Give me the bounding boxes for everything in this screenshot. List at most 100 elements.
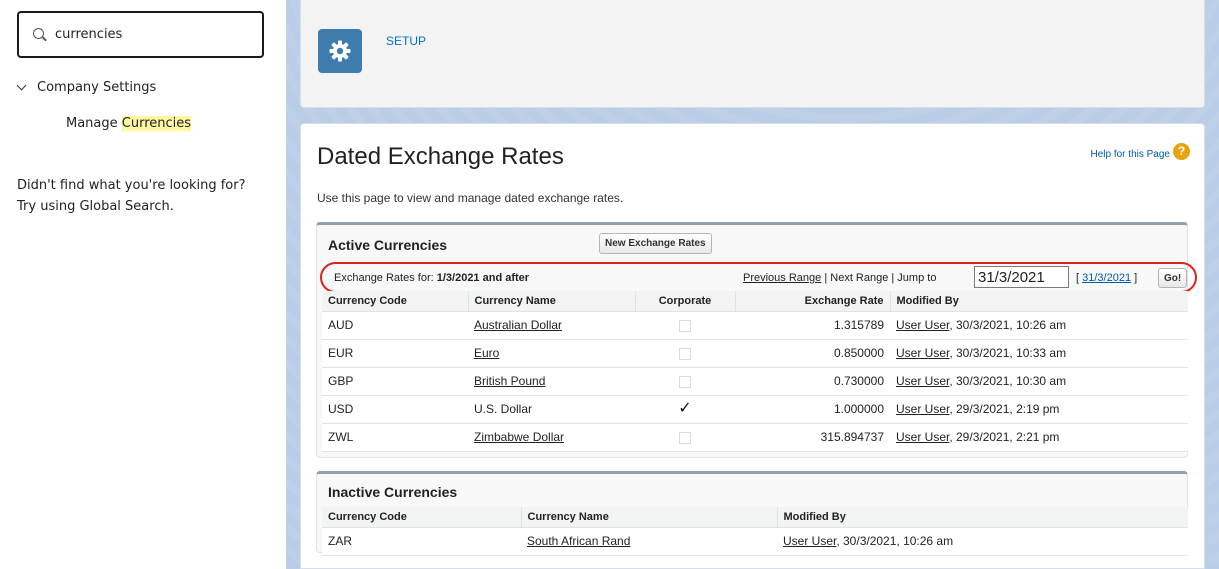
user-link[interactable]: User User (896, 402, 949, 416)
jump-to-date-input[interactable] (974, 266, 1069, 288)
date-picker-shortcut: [ 31/3/2021 ] (1076, 272, 1137, 284)
currency-code-cell: AUD (322, 311, 468, 340)
currency-name-text: U.S. Dollar (474, 402, 533, 416)
exchange-rate-cell: 0.850000 (735, 339, 890, 368)
chevron-down-icon[interactable] (16, 80, 27, 91)
section-title: Active Currencies (328, 237, 448, 253)
inactive-currencies-section: Inactive Currencies Currency Code Curren… (316, 471, 1188, 556)
currency-name-cell: British Pound (468, 367, 635, 396)
inactive-rows: ZAR South African Rand User User, 30/3/202… (322, 527, 1188, 556)
modified-by-cell: User User, 30/3/2021, 10:26 am (777, 527, 1188, 556)
table-row: AUD Australian Dollar 1.315789 User User, 3… (322, 311, 1188, 340)
range-label: Exchange Rates for: (334, 272, 437, 284)
modified-by-cell: User User, 30/3/2021, 10:30 am (890, 367, 1188, 396)
checkbox-icon (679, 375, 691, 388)
modified-date: , 30/3/2021, 10:26 am (836, 534, 954, 548)
modified-date: , 30/3/2021, 10:33 am (949, 346, 1067, 360)
main-area: SETUP Dated Exchange Rates Help for this… (286, 0, 1219, 569)
currency-code-cell: ZWL (322, 423, 468, 452)
quick-find-search[interactable] (17, 11, 264, 58)
user-link[interactable]: User User (896, 346, 949, 360)
column-header[interactable]: Currency Code (322, 291, 469, 312)
section-title: Inactive Currencies (328, 484, 458, 500)
currency-code-cell: EUR (322, 339, 468, 368)
bracket-close: ] (1131, 272, 1138, 284)
tree-item-manage-currencies[interactable]: Manage Currencies (66, 116, 192, 131)
content-card: Dated Exchange Rates Help for this Page … (300, 123, 1205, 569)
currency-name-link[interactable]: British Pound (474, 374, 545, 388)
currency-name-cell: Zimbabwe Dollar (468, 423, 635, 452)
user-link[interactable]: User User (896, 430, 949, 444)
column-header[interactable]: Currency Name (468, 291, 636, 312)
column-header[interactable]: Modified By (890, 291, 1188, 312)
page-title: Dated Exchange Rates (317, 143, 564, 170)
column-header[interactable]: Currency Code (322, 507, 522, 528)
table-row: ZAR South African Rand User User, 30/3/202… (322, 527, 1188, 556)
new-exchange-rates-button[interactable]: New Exchange Rates (599, 233, 712, 254)
inactive-currencies-table: Currency Code Currency Name Modified By … (322, 507, 1188, 556)
go-button[interactable]: Go! (1158, 268, 1188, 288)
modified-date: , 30/3/2021, 10:30 am (949, 374, 1067, 388)
not-found-message: Didn't find what you're looking for? Try… (17, 175, 277, 217)
checkmark-icon: ✓ (678, 400, 692, 417)
search-match-highlight: Currencies (121, 116, 192, 131)
exchange-range-bar: Exchange Rates for: 1/3/2021 and after P… (320, 262, 1197, 293)
currency-name-link[interactable]: South African Rand (527, 534, 630, 548)
quick-find-input[interactable] (55, 27, 245, 42)
today-date-link[interactable]: 31/3/2021 (1082, 272, 1131, 284)
modified-date: , 30/3/2021, 10:26 am (949, 318, 1067, 332)
search-icon (33, 27, 47, 42)
exchange-rate-cell: 0.730000 (735, 367, 890, 396)
table-row: USD U.S. Dollar ✓ 1.000000 User User, 29/3/2… (322, 395, 1188, 424)
currency-name-link[interactable]: Zimbabwe Dollar (474, 430, 564, 444)
modified-date: , 29/3/2021, 2:21 pm (949, 430, 1060, 444)
range-nav-text: | Next Range | Jump to (821, 272, 937, 284)
currency-name-link[interactable]: Australian Dollar (474, 318, 562, 332)
modified-date: , 29/3/2021, 2:19 pm (949, 402, 1060, 416)
currency-name-link[interactable]: Euro (474, 346, 499, 360)
help-link[interactable]: Help for this Page (1091, 149, 1171, 160)
page-description: Use this page to view and manage dated e… (317, 191, 624, 205)
tree-item-company-settings[interactable]: Company Settings (16, 80, 156, 95)
setup-breadcrumb[interactable]: SETUP (386, 34, 426, 48)
column-header[interactable]: Currency Name (521, 507, 778, 528)
column-header[interactable]: Corporate (635, 291, 736, 312)
table-row: ZWL Zimbabwe Dollar 315.894737 User User, 2… (322, 423, 1188, 452)
user-link[interactable]: User User (783, 534, 836, 548)
corporate-cell (635, 311, 735, 340)
range-navigation: Previous Range | Next Range | Jump to (743, 272, 936, 284)
user-link[interactable]: User User (896, 318, 949, 332)
exchange-rate-cell: 1.000000 (735, 395, 890, 424)
range-info: Exchange Rates for: 1/3/2021 and after (334, 272, 529, 284)
currency-name-cell: Euro (468, 339, 635, 368)
corporate-cell (635, 339, 735, 368)
exchange-rate-cell: 315.894737 (735, 423, 890, 452)
user-link[interactable]: User User (896, 374, 949, 388)
tree-item-label-prefix: Manage (66, 116, 122, 131)
help-icon[interactable]: ? (1173, 143, 1190, 160)
currency-name-cell: U.S. Dollar (468, 395, 635, 424)
setup-header: SETUP (300, 0, 1205, 108)
currency-name-cell: Australian Dollar (468, 311, 635, 340)
active-rows: AUD Australian Dollar 1.315789 User User, 3… (322, 311, 1188, 452)
currency-name-cell: South African Rand (521, 527, 777, 556)
active-currencies-section: Active Currencies New Exchange Rates Exc… (316, 222, 1197, 458)
active-currencies-table: Currency Code Currency Name Corporate Ex… (322, 291, 1188, 452)
checkbox-icon (679, 347, 691, 360)
table-row: EUR Euro 0.850000 User User, 30/3/2021, 10:… (322, 339, 1188, 368)
previous-range-link[interactable]: Previous Range (743, 272, 821, 284)
corporate-cell: ✓ (635, 395, 735, 424)
column-header[interactable]: Modified By (777, 507, 1188, 528)
column-header[interactable]: Exchange Rate (735, 291, 891, 312)
modified-by-cell: User User, 29/3/2021, 2:21 pm (890, 423, 1188, 452)
checkbox-icon (679, 319, 691, 332)
gear-icon (318, 29, 362, 73)
table-row: GBP British Pound 0.730000 User User, 30/3/… (322, 367, 1188, 396)
corporate-cell (635, 367, 735, 396)
range-value: 1/3/2021 and after (436, 272, 530, 284)
table-header-row: Currency Code Currency Name Corporate Ex… (322, 291, 1188, 312)
currency-code-cell: USD (322, 395, 468, 424)
currency-code-cell: ZAR (322, 527, 521, 556)
global-search-hint: Try using Global Search. (17, 199, 174, 214)
modified-by-cell: User User, 30/3/2021, 10:33 am (890, 339, 1188, 368)
